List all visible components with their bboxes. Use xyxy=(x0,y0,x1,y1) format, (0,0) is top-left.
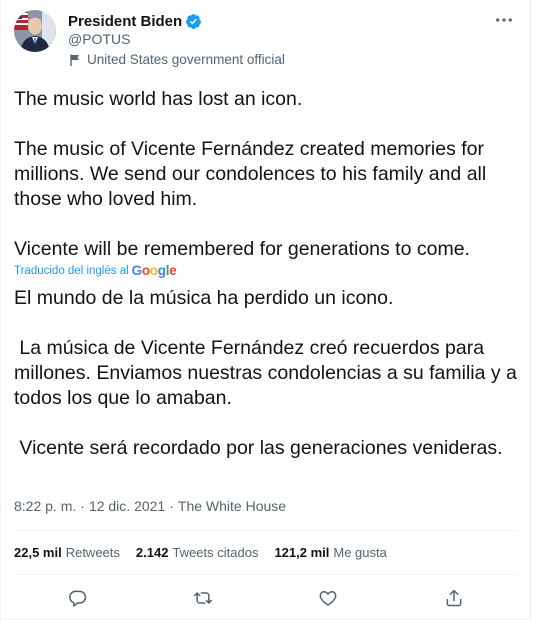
translated-text: El mundo de la música ha perdido un icon… xyxy=(14,286,519,461)
author-handle[interactable]: @POTUS xyxy=(68,31,130,47)
author-name-row: President Biden xyxy=(68,13,202,30)
flag-icon xyxy=(70,54,79,66)
more-icon[interactable] xyxy=(492,10,516,30)
meta-separator: · xyxy=(80,498,85,514)
tweet-actions xyxy=(1,583,530,613)
tweet-card: President Biden @POTUS United States gov… xyxy=(0,0,531,620)
retweet-icon[interactable] xyxy=(188,583,218,613)
translated-paragraph-3: Vicente será recordado por las generacio… xyxy=(14,437,503,459)
likes-count: 121,2 mil xyxy=(274,545,330,560)
tweet-paragraph-3: Vicente will be remembered for generatio… xyxy=(14,238,470,260)
heart-icon[interactable] xyxy=(313,583,343,613)
tweet-meta: 8:22 p. m. · 12 dic. 2021 · The White Ho… xyxy=(14,498,286,514)
meta-separator: · xyxy=(169,498,174,514)
tweet-paragraph-1: The music world has lost an icon. xyxy=(14,88,303,110)
tweet-time[interactable]: 8:22 p. m. xyxy=(14,498,76,514)
quotes-stat[interactable]: 2.142 Tweets citados xyxy=(136,545,259,560)
retweet-icon-glyph xyxy=(193,592,213,604)
tweet-text: The music world has lost an icon. The mu… xyxy=(14,87,519,262)
heart-icon-glyph xyxy=(319,591,337,606)
quotes-label: Tweets citados xyxy=(172,545,259,560)
verified-badge-icon xyxy=(186,14,202,29)
author-name[interactable]: President Biden xyxy=(68,13,182,30)
tweet-paragraph-2: The music of Vicente Fernández created m… xyxy=(14,138,487,210)
share-icon-glyph xyxy=(446,589,462,607)
reply-icon-glyph xyxy=(69,590,87,607)
quotes-count: 2.142 xyxy=(135,545,169,560)
government-label: United States government official xyxy=(68,52,285,67)
tweet-date[interactable]: 12 dic. 2021 xyxy=(89,498,165,514)
retweets-stat[interactable]: 22,5 mil Retweets xyxy=(14,545,120,560)
translated-paragraph-1: El mundo de la música ha perdido un icon… xyxy=(14,287,394,309)
tweet-source[interactable]: The White House xyxy=(178,498,286,514)
divider xyxy=(14,530,517,531)
likes-stat[interactable]: 121,2 mil Me gusta xyxy=(274,545,386,560)
tweet-header: President Biden @POTUS United States gov… xyxy=(14,10,520,70)
likes-label: Me gusta xyxy=(333,545,387,560)
more-dots xyxy=(496,18,512,22)
share-icon[interactable] xyxy=(439,583,469,613)
retweets-label: Retweets xyxy=(65,545,120,560)
translated-paragraph-2: La música de Vicente Fernández creó recu… xyxy=(14,337,523,409)
retweets-count: 22,5 mil xyxy=(14,545,62,560)
tweet-stats: 22,5 mil Retweets 2.142 Tweets citados 1… xyxy=(14,545,403,560)
government-label-text: United States government official xyxy=(87,52,285,67)
translation-label: Traducido del inglés al xyxy=(14,264,129,277)
reply-icon[interactable] xyxy=(63,583,93,613)
translation-attribution[interactable]: Traducido del inglés al Google xyxy=(14,263,177,278)
google-logo: Google xyxy=(131,263,177,278)
avatar[interactable] xyxy=(14,10,56,52)
divider xyxy=(14,574,517,575)
avatar-image xyxy=(14,10,56,52)
